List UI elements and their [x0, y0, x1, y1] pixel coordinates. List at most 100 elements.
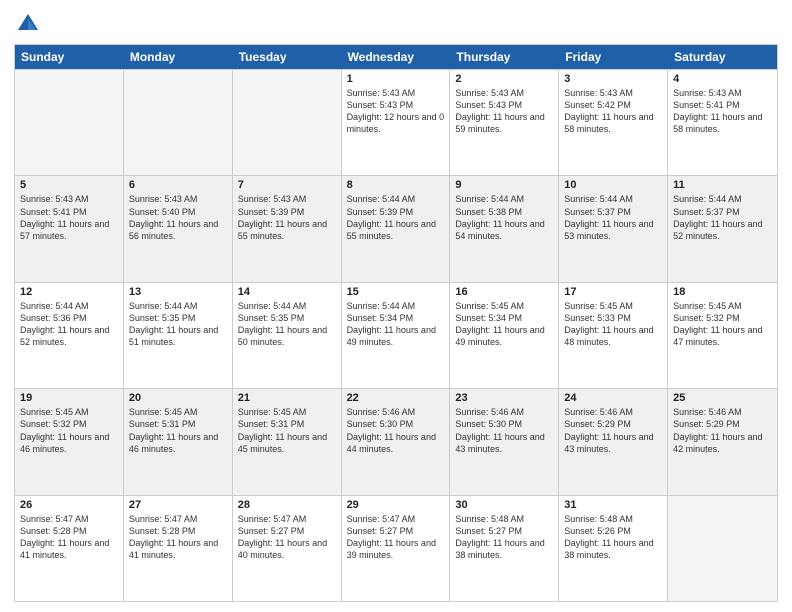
calendar-cell: 10Sunrise: 5:44 AMSunset: 5:37 PMDayligh… [559, 176, 668, 281]
day-header-friday: Friday [559, 45, 668, 69]
day-header-saturday: Saturday [668, 45, 777, 69]
cell-info: Sunrise: 5:44 AMSunset: 5:35 PMDaylight:… [129, 300, 227, 349]
calendar-row-2: 5 Sunrise: 5:43 AMSunset: 5:41 PMDaylight… [15, 175, 777, 281]
calendar-cell: 30 Sunrise: 5:48 AMSunset: 5:27 PMDayligh… [450, 496, 559, 601]
cell-info: Sunrise: 5:46 AMSunset: 5:30 PMDaylight:… [347, 406, 445, 455]
cell-info: Sunrise: 5:48 AMSunset: 5:26 PMDaylight:… [564, 513, 662, 562]
calendar-cell: 13 Sunrise: 5:44 AMSunset: 5:35 PMDayligh… [124, 283, 233, 388]
calendar-cell [668, 496, 777, 601]
calendar-cell: 27 Sunrise: 5:47 AMSunset: 5:28 PMDayligh… [124, 496, 233, 601]
calendar-cell: 1 Sunrise: 5:43 AMSunset: 5:43 PMDaylight… [342, 70, 451, 175]
day-number: 30 [455, 499, 553, 511]
cell-info: Sunrise: 5:47 AMSunset: 5:28 PMDaylight:… [129, 513, 227, 562]
day-header-monday: Monday [124, 45, 233, 69]
calendar-cell: 24 Sunrise: 5:46 AMSunset: 5:29 PMDayligh… [559, 389, 668, 494]
cell-info: Sunrise: 5:43 AMSunset: 5:40 PMDaylight:… [129, 193, 227, 242]
calendar-cell: 3 Sunrise: 5:43 AMSunset: 5:42 PMDaylight… [559, 70, 668, 175]
calendar-cell: 14Sunrise: 5:44 AMSunset: 5:35 PMDayligh… [233, 283, 342, 388]
day-number: 1 [347, 73, 445, 85]
cell-info: Sunrise: 5:45 AMSunset: 5:31 PMDaylight:… [129, 406, 227, 455]
day-number: 14 [238, 286, 336, 298]
day-number: 22 [347, 392, 445, 404]
calendar-cell: 11 Sunrise: 5:44 AMSunset: 5:37 PMDayligh… [668, 176, 777, 281]
cell-info: Sunrise: 5:45 AMSunset: 5:33 PMDaylight:… [564, 300, 662, 349]
calendar-cell: 20 Sunrise: 5:45 AMSunset: 5:31 PMDayligh… [124, 389, 233, 494]
day-number: 31 [564, 499, 662, 511]
cell-info: Sunrise: 5:46 AMSunset: 5:29 PMDaylight:… [673, 406, 772, 455]
cell-info: Sunrise: 5:47 AMSunset: 5:27 PMDaylight:… [238, 513, 336, 562]
calendar-cell: 2Sunrise: 5:43 AMSunset: 5:43 PMDaylight… [450, 70, 559, 175]
cell-info: Sunrise: 5:48 AMSunset: 5:27 PMDaylight:… [455, 513, 553, 562]
day-number: 11 [673, 179, 772, 191]
calendar-cell: 28 Sunrise: 5:47 AMSunset: 5:27 PMDayligh… [233, 496, 342, 601]
calendar-cell: 6 Sunrise: 5:43 AMSunset: 5:40 PMDaylight… [124, 176, 233, 281]
cell-info: Sunrise: 5:46 AMSunset: 5:29 PMDaylight:… [564, 406, 662, 455]
day-number: 21 [238, 392, 336, 404]
day-number: 18 [673, 286, 772, 298]
day-number: 17 [564, 286, 662, 298]
day-number: 6 [129, 179, 227, 191]
calendar-cell: 15 Sunrise: 5:44 AMSunset: 5:34 PMDayligh… [342, 283, 451, 388]
day-number: 12 [20, 286, 118, 298]
calendar-cell: 19Sunrise: 5:45 AMSunset: 5:32 PMDayligh… [15, 389, 124, 494]
calendar-cell: 4 Sunrise: 5:43 AMSunset: 5:41 PMDaylight… [668, 70, 777, 175]
cell-info: Sunrise: 5:44 AMSunset: 5:36 PMDaylight:… [20, 300, 118, 349]
day-number: 5 [20, 179, 118, 191]
calendar-cell: 29Sunrise: 5:47 AMSunset: 5:27 PMDayligh… [342, 496, 451, 601]
calendar-cell [15, 70, 124, 175]
calendar-cell: 21 Sunrise: 5:45 AMSunset: 5:31 PMDayligh… [233, 389, 342, 494]
calendar-row-4: 19Sunrise: 5:45 AMSunset: 5:32 PMDayligh… [15, 388, 777, 494]
calendar-cell: 22 Sunrise: 5:46 AMSunset: 5:30 PMDayligh… [342, 389, 451, 494]
calendar-cell: 26 Sunrise: 5:47 AMSunset: 5:28 PMDayligh… [15, 496, 124, 601]
cell-info: Sunrise: 5:44 AMSunset: 5:38 PMDaylight:… [455, 193, 553, 242]
calendar-cell: 12 Sunrise: 5:44 AMSunset: 5:36 PMDayligh… [15, 283, 124, 388]
day-number: 9 [455, 179, 553, 191]
cell-info: Sunrise: 5:43 AMSunset: 5:43 PMDaylight:… [347, 87, 445, 136]
day-number: 24 [564, 392, 662, 404]
day-header-sunday: Sunday [15, 45, 124, 69]
logo [14, 10, 46, 38]
day-header-thursday: Thursday [450, 45, 559, 69]
day-number: 26 [20, 499, 118, 511]
calendar: SundayMondayTuesdayWednesdayThursdayFrid… [14, 44, 778, 602]
day-number: 20 [129, 392, 227, 404]
day-number: 4 [673, 73, 772, 85]
day-number: 3 [564, 73, 662, 85]
calendar-header: SundayMondayTuesdayWednesdayThursdayFrid… [15, 45, 777, 69]
cell-info: Sunrise: 5:46 AMSunset: 5:30 PMDaylight:… [455, 406, 553, 455]
calendar-row-5: 26 Sunrise: 5:47 AMSunset: 5:28 PMDayligh… [15, 495, 777, 601]
cell-info: Sunrise: 5:44 AMSunset: 5:34 PMDaylight:… [347, 300, 445, 349]
calendar-cell: 16 Sunrise: 5:45 AMSunset: 5:34 PMDayligh… [450, 283, 559, 388]
day-number: 8 [347, 179, 445, 191]
cell-info: Sunrise: 5:45 AMSunset: 5:34 PMDaylight:… [455, 300, 553, 349]
day-number: 28 [238, 499, 336, 511]
calendar-cell: 18 Sunrise: 5:45 AMSunset: 5:32 PMDayligh… [668, 283, 777, 388]
day-number: 10 [564, 179, 662, 191]
cell-info: Sunrise: 5:43 AMSunset: 5:41 PMDaylight:… [20, 193, 118, 242]
cell-info: Sunrise: 5:43 AMSunset: 5:41 PMDaylight:… [673, 87, 772, 136]
calendar-cell: 23Sunrise: 5:46 AMSunset: 5:30 PMDayligh… [450, 389, 559, 494]
day-number: 15 [347, 286, 445, 298]
cell-info: Sunrise: 5:43 AMSunset: 5:39 PMDaylight:… [238, 193, 336, 242]
calendar-body: 1 Sunrise: 5:43 AMSunset: 5:43 PMDaylight… [15, 69, 777, 601]
day-number: 25 [673, 392, 772, 404]
cell-info: Sunrise: 5:44 AMSunset: 5:39 PMDaylight:… [347, 193, 445, 242]
calendar-cell [124, 70, 233, 175]
header [14, 10, 778, 38]
calendar-cell: 25 Sunrise: 5:46 AMSunset: 5:29 PMDayligh… [668, 389, 777, 494]
cell-info: Sunrise: 5:45 AMSunset: 5:32 PMDaylight:… [673, 300, 772, 349]
calendar-cell: 5 Sunrise: 5:43 AMSunset: 5:41 PMDaylight… [15, 176, 124, 281]
cell-info: Sunrise: 5:43 AMSunset: 5:42 PMDaylight:… [564, 87, 662, 136]
cell-info: Sunrise: 5:45 AMSunset: 5:31 PMDaylight:… [238, 406, 336, 455]
day-number: 27 [129, 499, 227, 511]
day-number: 16 [455, 286, 553, 298]
day-number: 19 [20, 392, 118, 404]
calendar-cell: 8 Sunrise: 5:44 AMSunset: 5:39 PMDaylight… [342, 176, 451, 281]
day-header-tuesday: Tuesday [233, 45, 342, 69]
day-number: 13 [129, 286, 227, 298]
calendar-row-1: 1 Sunrise: 5:43 AMSunset: 5:43 PMDaylight… [15, 69, 777, 175]
calendar-row-3: 12 Sunrise: 5:44 AMSunset: 5:36 PMDayligh… [15, 282, 777, 388]
cell-info: Sunrise: 5:47 AMSunset: 5:28 PMDaylight:… [20, 513, 118, 562]
cell-info: Sunrise: 5:44 AMSunset: 5:37 PMDaylight:… [673, 193, 772, 242]
day-number: 2 [455, 73, 553, 85]
